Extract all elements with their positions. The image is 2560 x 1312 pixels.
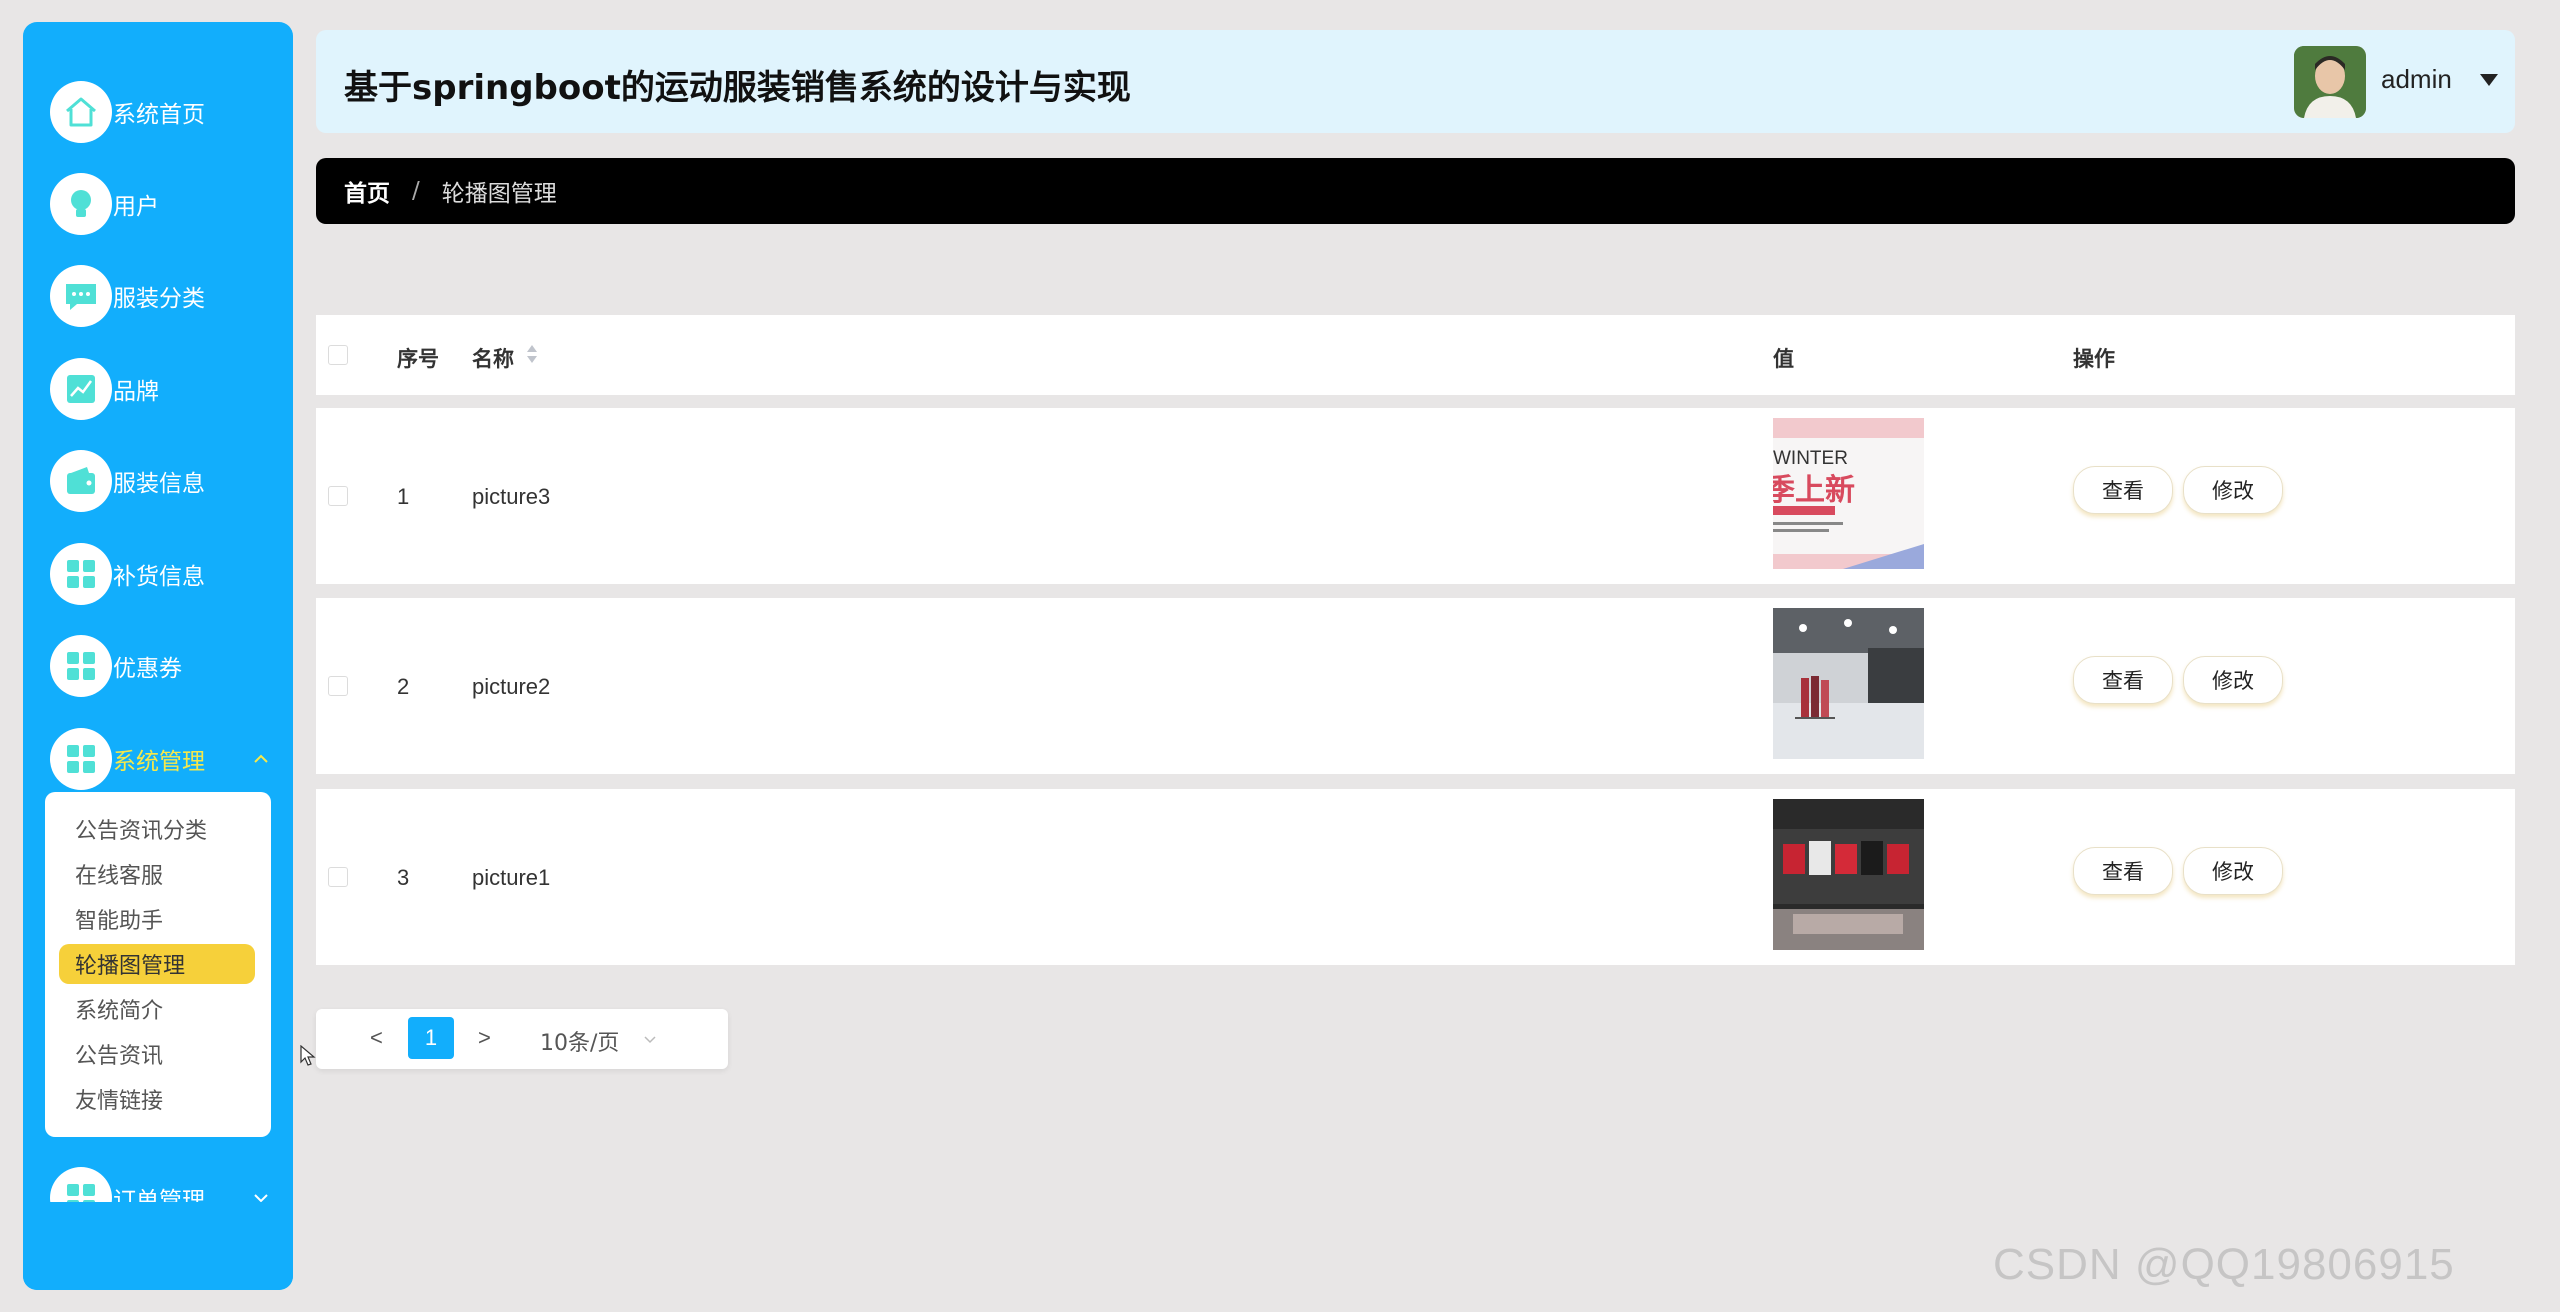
home-icon: [50, 81, 112, 143]
grid-icon: [50, 543, 112, 605]
user-menu[interactable]: admin: [2381, 64, 2452, 95]
clothing-display-image[interactable]: [1773, 799, 1924, 950]
sidebar-item-users[interactable]: 用户: [23, 164, 293, 244]
page-size-select[interactable]: 10条/页: [540, 1025, 619, 1057]
poster-text-new: 季上新: [1773, 473, 1855, 508]
avatar[interactable]: [2294, 46, 2366, 118]
table-row: 1 picture3 WINTER 季上新 查看 修改: [316, 408, 2515, 584]
row-index: 2: [397, 674, 410, 699]
sidebar-item-home[interactable]: 系统首页: [23, 72, 293, 152]
sidebar-item-system-management[interactable]: 系统管理: [23, 719, 293, 799]
table-row: 2 picture2 查看 修改: [316, 598, 2515, 774]
chevron-up-icon[interactable]: [251, 749, 271, 769]
chevron-down-icon[interactable]: [642, 1027, 658, 1044]
row-name: picture3: [472, 484, 551, 509]
submenu-item-assistant[interactable]: 智能助手: [59, 899, 255, 939]
winter-poster-image[interactable]: WINTER 季上新: [1773, 418, 1924, 569]
sidebar-item-label: 品牌: [113, 379, 159, 405]
chat-icon: [50, 265, 112, 327]
sidebar: 系统首页 用户 服装分类 品牌 服装信息 补货信息 优惠券 系统管理 公告资讯分…: [23, 22, 293, 1290]
cursor-icon: [300, 1044, 316, 1067]
column-value: 值: [1773, 347, 1794, 371]
chart-icon: [50, 358, 112, 420]
table-header: 序号 名称 值 操作: [316, 315, 2515, 395]
page-number-current[interactable]: 1: [408, 1017, 454, 1059]
bulb-icon: [50, 173, 112, 235]
submenu-item-carousel[interactable]: 轮播图管理: [59, 944, 255, 984]
sidebar-item-clothing[interactable]: 服装信息: [23, 441, 293, 521]
grid-icon: [50, 635, 112, 697]
next-page-button[interactable]: >: [478, 1025, 491, 1051]
submenu-item-links[interactable]: 友情链接: [59, 1079, 255, 1119]
sidebar-item-label: 优惠券: [113, 656, 182, 682]
sidebar-bottom: [23, 1202, 293, 1290]
prev-page-button[interactable]: <: [370, 1025, 383, 1051]
pagination: < 1 > 10条/页: [316, 1009, 728, 1069]
view-button[interactable]: 查看: [2073, 466, 2173, 514]
submenu-item-online-service[interactable]: 在线客服: [59, 854, 255, 894]
table-row: 3 picture1 查看 修改: [316, 789, 2515, 965]
breadcrumb-current: 轮播图管理: [441, 181, 557, 207]
breadcrumb-separator: /: [412, 178, 420, 204]
column-actions: 操作: [2073, 347, 2115, 371]
submenu-item-notice-category[interactable]: 公告资讯分类: [59, 809, 255, 849]
row-index: 1: [397, 484, 410, 509]
store-interior-image[interactable]: [1773, 608, 1924, 759]
select-all-checkbox[interactable]: [328, 345, 348, 365]
sidebar-item-category[interactable]: 服装分类: [23, 256, 293, 336]
sidebar-item-coupon[interactable]: 优惠券: [23, 626, 293, 706]
column-name: 名称: [472, 347, 514, 371]
caret-down-icon[interactable]: [2480, 74, 2498, 86]
view-button[interactable]: 查看: [2073, 656, 2173, 704]
row-index: 3: [397, 865, 410, 890]
submenu-item-intro[interactable]: 系统简介: [59, 989, 255, 1029]
grid-icon: [50, 728, 112, 790]
row-name: picture2: [472, 674, 551, 699]
sidebar-item-label: 服装分类: [113, 286, 205, 312]
poster-text-winter: WINTER: [1773, 448, 1848, 469]
sidebar-item-label: 服装信息: [113, 471, 205, 497]
row-checkbox[interactable]: [328, 867, 348, 887]
sidebar-item-brand[interactable]: 品牌: [23, 349, 293, 429]
sidebar-item-label: 补货信息: [113, 564, 205, 590]
column-index: 序号: [397, 347, 439, 371]
sort-icon[interactable]: [525, 342, 539, 366]
row-checkbox[interactable]: [328, 676, 348, 696]
sidebar-item-label: 用户: [113, 194, 159, 220]
submenu-item-notice[interactable]: 公告资讯: [59, 1034, 255, 1074]
sidebar-item-label: 系统首页: [113, 102, 205, 128]
edit-button[interactable]: 修改: [2183, 847, 2283, 895]
sidebar-item-restock[interactable]: 补货信息: [23, 534, 293, 614]
submenu: 公告资讯分类 在线客服 智能助手 轮播图管理 系统简介 公告资讯 友情链接: [45, 792, 271, 1137]
row-checkbox[interactable]: [328, 486, 348, 506]
watermark: CSDN @QQ19806915: [1993, 1240, 2455, 1289]
view-button[interactable]: 查看: [2073, 847, 2173, 895]
app-title: 基于springboot的运动服装销售系统的设计与实现: [344, 68, 1131, 108]
edit-button[interactable]: 修改: [2183, 466, 2283, 514]
row-name: picture1: [472, 865, 551, 890]
breadcrumb: 首页 / 轮播图管理: [316, 158, 2515, 224]
top-header: 基于springboot的运动服装销售系统的设计与实现 admin: [316, 30, 2515, 133]
edit-button[interactable]: 修改: [2183, 656, 2283, 704]
wallet-icon: [50, 450, 112, 512]
sidebar-item-label: 系统管理: [113, 749, 205, 775]
breadcrumb-home[interactable]: 首页: [344, 174, 390, 208]
